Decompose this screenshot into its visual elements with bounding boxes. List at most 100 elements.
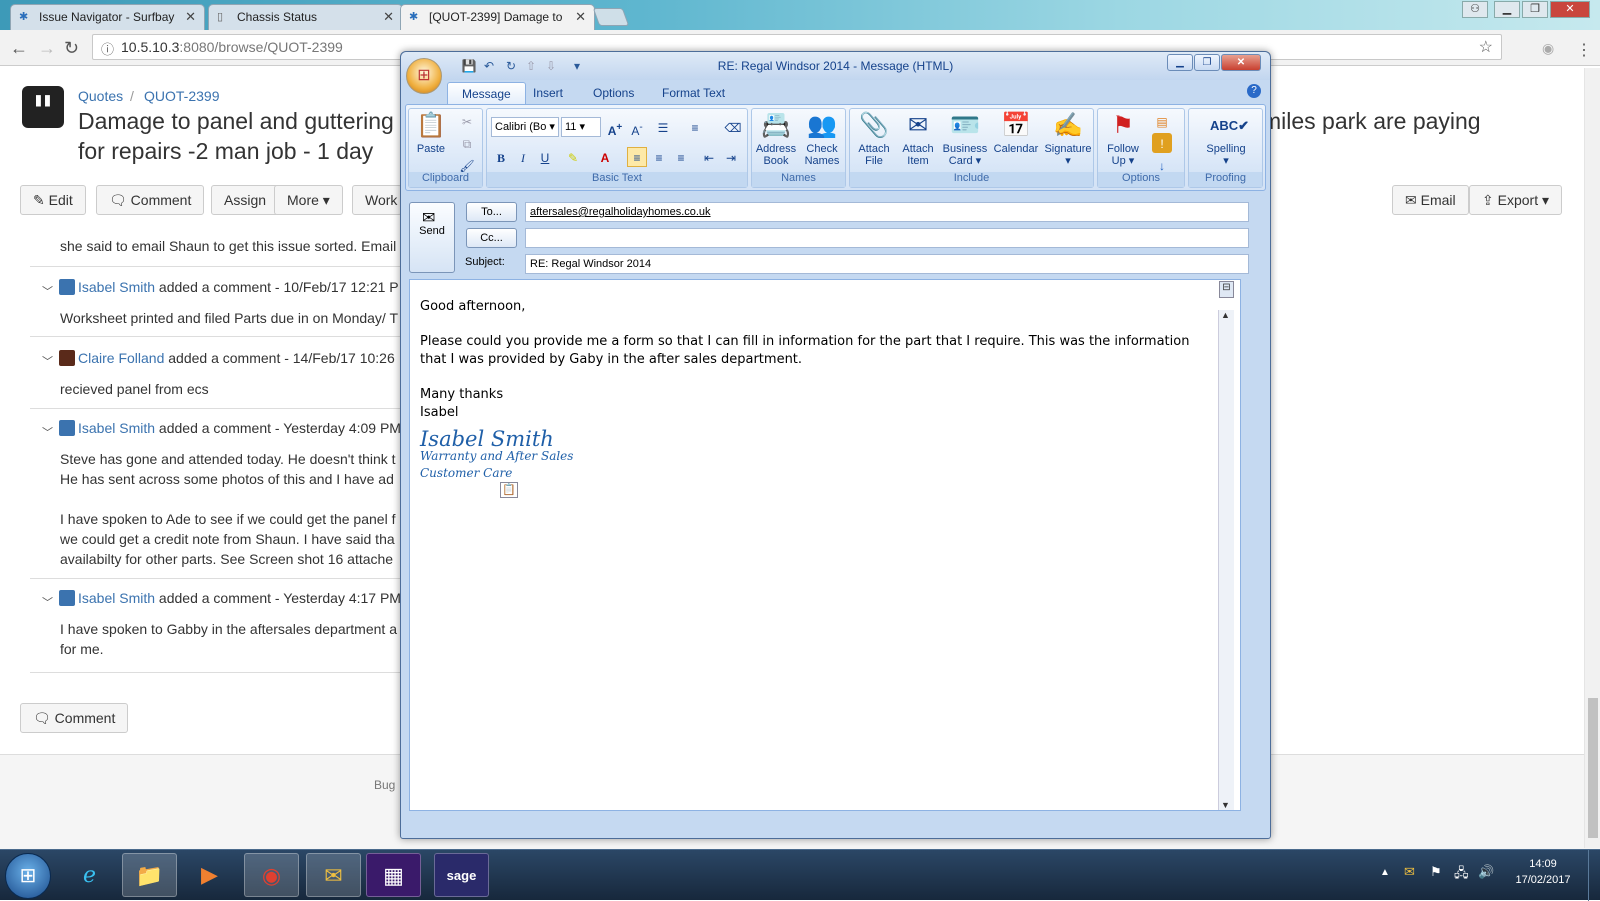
assign-button[interactable]: Assign (211, 185, 280, 215)
user-icon[interactable]: ⚇ (1462, 1, 1488, 18)
categorize-icon[interactable]: ▤ (1152, 111, 1172, 131)
align-center-icon[interactable]: ≡ (649, 147, 669, 167)
bullets-icon[interactable]: ☰ (653, 117, 673, 137)
collapse-chevron-icon[interactable]: ﹀ (42, 594, 53, 610)
check-names-button[interactable]: 👥 Check Names (800, 111, 844, 167)
minimize-button[interactable]: ▁ (1167, 54, 1193, 71)
comment-author[interactable]: Isabel Smith (78, 420, 155, 436)
tab-issue-navigator[interactable]: ✱ Issue Navigator - Surfbay ✕ (10, 4, 205, 30)
scroll-down-icon[interactable]: ▼ (1221, 800, 1230, 810)
close-window-button[interactable]: ✕ (1550, 1, 1590, 18)
body-scrollbar[interactable]: ▲ ▼ (1218, 310, 1234, 810)
issue-title-line2[interactable]: for repairs -2 man job - 1 day (78, 138, 373, 165)
send-button[interactable]: ✉ Send (409, 202, 455, 273)
system-clock[interactable]: 14:09 17/02/2017 (1508, 856, 1578, 888)
extension-icon[interactable]: ◉ (1542, 40, 1554, 57)
message-body[interactable]: Good afternoon, Please could you provide… (409, 279, 1241, 811)
address-book-button[interactable]: 📇 Address Book (754, 111, 798, 167)
subject-field[interactable]: RE: Regal Windsor 2014 (525, 254, 1249, 274)
grow-font-icon[interactable]: A+ (605, 117, 625, 138)
edit-button[interactable]: ✎ Edit (20, 185, 86, 215)
decrease-indent-icon[interactable]: ⇤ (699, 147, 719, 167)
footer-link[interactable]: Bug (374, 778, 395, 792)
network-icon[interactable]: 🖧 (1454, 864, 1469, 886)
highlight-icon[interactable]: ✎ (563, 147, 583, 167)
attach-item-button[interactable]: ✉ Attach Item (896, 111, 940, 167)
project-avatar-icon[interactable]: " (22, 86, 64, 136)
menu-icon[interactable]: ⋮ (1576, 40, 1592, 60)
collapse-chevron-icon[interactable]: ﹀ (42, 353, 53, 369)
attach-file-button[interactable]: 📎 Attach File (852, 111, 896, 167)
file-explorer-icon[interactable]: 📁 (122, 853, 177, 897)
clear-formatting-icon[interactable]: ⌫ (723, 117, 743, 137)
internet-explorer-icon[interactable]: ℯ (62, 853, 117, 897)
italic-icon[interactable]: I (513, 147, 533, 167)
page-scrollbar[interactable] (1584, 68, 1600, 848)
breadcrumb-project[interactable]: Quotes (78, 88, 123, 104)
business-card-button[interactable]: 🪪 Business Card ▾ (940, 111, 990, 167)
comment-author[interactable]: Isabel Smith (78, 590, 155, 606)
minimize-button[interactable]: ▁ (1494, 1, 1520, 18)
down-arrow-icon[interactable]: ⇩ (543, 58, 559, 74)
font-name-combo[interactable]: Calibri (Bo ▾ (491, 117, 559, 137)
start-button[interactable]: ⊞ (5, 853, 51, 899)
media-player-icon[interactable]: ▶ (182, 853, 237, 897)
help-icon[interactable]: ? (1247, 84, 1261, 98)
close-window-button[interactable]: ✕ (1221, 54, 1261, 71)
cc-button[interactable]: Cc... (466, 228, 517, 248)
up-arrow-icon[interactable]: ⇧ (523, 58, 539, 74)
shrink-font-icon[interactable]: A- (627, 117, 647, 138)
high-importance-icon[interactable]: ! (1152, 133, 1172, 153)
issue-title-tail[interactable]: miles park are paying (1262, 108, 1481, 135)
bold-icon[interactable]: B (491, 147, 511, 167)
export-button[interactable]: ⇪ Export ▾ (1469, 185, 1563, 215)
paste-button[interactable]: 📋 Paste (411, 111, 451, 155)
comment-author[interactable]: Isabel Smith (78, 279, 155, 295)
to-field[interactable]: aftersales@regalholidayhomes.co.uk (525, 202, 1249, 222)
chrome-icon[interactable]: ◉ (244, 853, 299, 897)
calendar-button[interactable]: 📅 Calendar (990, 111, 1042, 155)
action-center-flag-icon[interactable]: ⚑ (1430, 864, 1442, 880)
save-icon[interactable]: 💾 (461, 58, 477, 74)
collapse-chevron-icon[interactable]: ﹀ (42, 283, 53, 299)
ribbon-tab-format-text[interactable]: Format Text (648, 82, 739, 104)
ribbon-tab-insert[interactable]: Insert (519, 82, 577, 104)
new-tab-button[interactable] (592, 8, 630, 26)
redo-icon[interactable]: ↻ (503, 58, 519, 74)
breadcrumb-issue-key[interactable]: QUOT-2399 (144, 88, 219, 104)
email-button[interactable]: ✉ Email (1392, 185, 1469, 215)
customize-qat-icon[interactable]: ▾ (569, 58, 585, 74)
to-recipient[interactable]: aftersales@regalholidayhomes.co.uk (530, 206, 711, 218)
more-button[interactable]: More ▾ (274, 185, 343, 215)
cut-icon[interactable]: ✂ (457, 111, 477, 131)
outlook-icon[interactable]: ✉ (306, 853, 361, 897)
numbering-icon[interactable]: ≡ (685, 117, 705, 137)
calculator-app-icon[interactable]: ▦ (366, 853, 421, 897)
signature-button[interactable]: ✍ Signature ▾ (1042, 111, 1094, 167)
follow-up-button[interactable]: ⚑ Follow Up ▾ (1100, 111, 1146, 167)
tab-quot-2399[interactable]: ✱ [QUOT-2399] Damage to ✕ (400, 4, 595, 30)
align-right-icon[interactable]: ≡ (671, 147, 691, 167)
copy-icon[interactable]: ⧉ (457, 133, 477, 153)
scroll-up-icon[interactable]: ▲ (1221, 310, 1230, 320)
office-button[interactable]: ⊞ (406, 58, 442, 94)
to-button[interactable]: To... (466, 202, 517, 222)
show-desktop-button[interactable] (1588, 850, 1600, 901)
underline-icon[interactable]: U (535, 147, 555, 167)
info-icon[interactable]: ⓘ (101, 39, 114, 58)
spelling-button[interactable]: ABC✔ Spelling ▾ (1193, 111, 1259, 167)
cc-field[interactable] (525, 228, 1249, 248)
add-comment-button[interactable]: 🗨 Comment (20, 703, 129, 733)
back-icon[interactable]: ← (10, 38, 28, 59)
tab-close-icon[interactable]: ✕ (383, 9, 394, 25)
ruler-toggle-icon[interactable]: ⊟ (1219, 281, 1234, 298)
bookmark-star-icon[interactable]: ☆ (1479, 37, 1493, 57)
comment-top-button[interactable]: 🗨 Comment (96, 185, 205, 215)
ribbon-tab-options[interactable]: Options (579, 82, 648, 104)
restore-button[interactable]: ❐ (1194, 54, 1220, 71)
collapse-chevron-icon[interactable]: ﹀ (42, 424, 53, 440)
volume-icon[interactable]: 🔊 (1478, 864, 1494, 880)
comment-author[interactable]: Claire Folland (78, 350, 164, 366)
undo-icon[interactable]: ↶ (481, 58, 497, 74)
outlook-tray-icon[interactable]: ✉ (1404, 864, 1415, 880)
